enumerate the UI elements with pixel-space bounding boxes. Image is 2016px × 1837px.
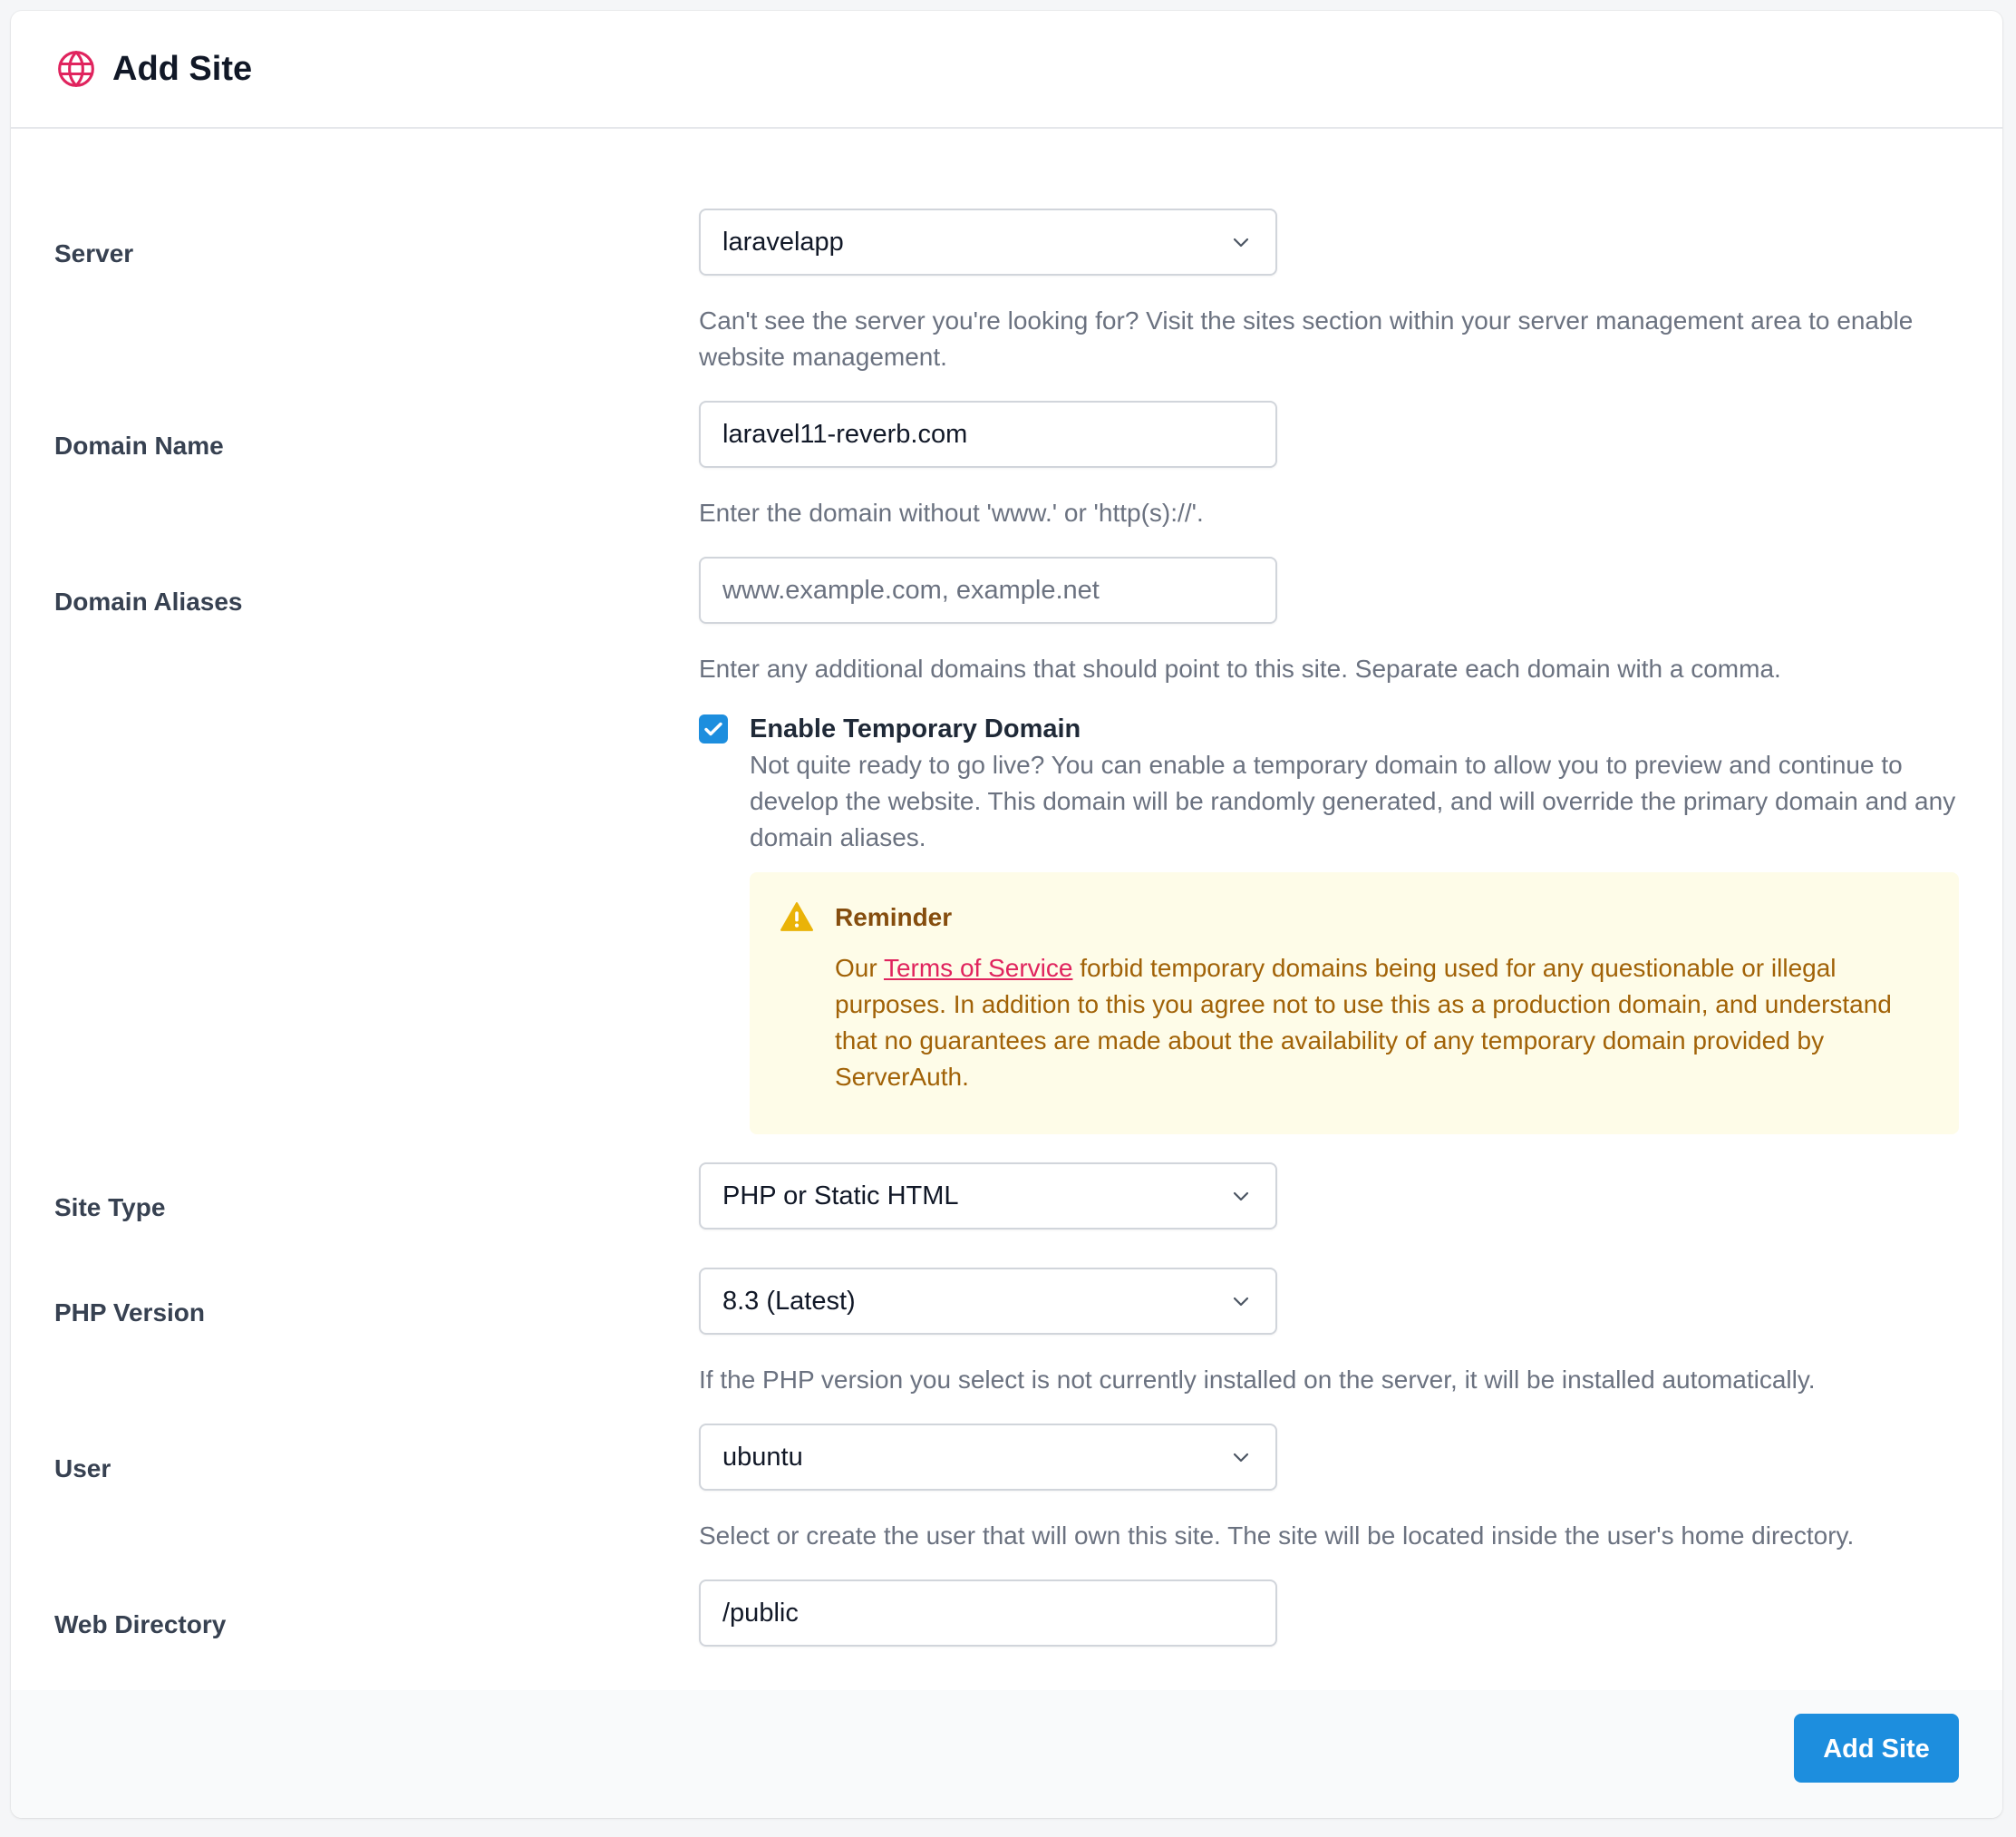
server-help: Can't see the server you're looking for?… xyxy=(699,306,1914,371)
domain-name-help: Enter the domain without 'www.' or 'http… xyxy=(699,499,1204,527)
reminder-title: Reminder xyxy=(835,903,953,931)
user-value: ubuntu xyxy=(722,1443,803,1472)
temporary-domain-description: Not quite ready to go live? You can enab… xyxy=(750,751,1956,851)
domain-name-label: Domain Name xyxy=(54,432,224,460)
chevron-down-icon xyxy=(1233,1453,1249,1463)
terms-of-service-link[interactable]: Terms of Service xyxy=(884,954,1073,982)
chevron-down-icon xyxy=(1233,1191,1249,1201)
site-type-value: PHP or Static HTML xyxy=(722,1181,959,1210)
web-directory-input[interactable]: /public xyxy=(699,1579,1277,1647)
web-directory-label: Web Directory xyxy=(54,1610,227,1638)
server-select[interactable]: laravelapp xyxy=(699,209,1277,276)
add-site-button[interactable]: Add Site xyxy=(1794,1714,1959,1783)
domain-aliases-help: Enter any additional domains that should… xyxy=(699,655,1781,683)
add-site-card: Add Site Server laravelapp Can't see the… xyxy=(11,11,2002,1818)
user-select[interactable]: ubuntu xyxy=(699,1424,1277,1491)
reminder-prefix: Our xyxy=(835,954,884,982)
page-title: Add Site xyxy=(112,50,253,88)
checkmark-icon xyxy=(704,722,722,736)
user-help: Select or create the user that will own … xyxy=(699,1521,1855,1550)
temporary-domain-checkbox[interactable] xyxy=(699,714,728,744)
web-directory-value: /public xyxy=(722,1599,799,1628)
warning-icon xyxy=(780,902,813,931)
card-header: Add Site xyxy=(11,11,2002,129)
reminder-body: Our Terms of Service forbid temporary do… xyxy=(835,950,1941,1095)
temporary-domain-label[interactable]: Enable Temporary Domain xyxy=(750,711,1081,747)
globe-icon xyxy=(58,51,94,87)
reminder-alert: Reminder Our Terms of Service forbid tem… xyxy=(750,872,1959,1134)
domain-aliases-input[interactable]: www.example.com, example.net xyxy=(699,557,1277,624)
server-select-value: laravelapp xyxy=(722,228,844,257)
site-type-label: Site Type xyxy=(54,1193,166,1221)
php-version-select[interactable]: 8.3 (Latest) xyxy=(699,1268,1277,1335)
php-version-value: 8.3 (Latest) xyxy=(722,1287,856,1316)
domain-aliases-label: Domain Aliases xyxy=(54,588,243,616)
chevron-down-icon xyxy=(1233,1297,1249,1307)
domain-name-input[interactable]: laravel11-reverb.com xyxy=(699,401,1277,468)
domain-aliases-placeholder: www.example.com, example.net xyxy=(722,576,1100,605)
php-version-label: PHP Version xyxy=(54,1298,206,1327)
chevron-down-icon xyxy=(1233,238,1249,248)
user-label: User xyxy=(54,1454,111,1482)
domain-name-value: laravel11-reverb.com xyxy=(722,420,968,449)
site-type-select[interactable]: PHP or Static HTML xyxy=(699,1162,1277,1230)
server-label: Server xyxy=(54,239,134,267)
php-version-help: If the PHP version you select is not cur… xyxy=(699,1366,1816,1394)
card-footer: Add Site xyxy=(11,1690,2002,1818)
